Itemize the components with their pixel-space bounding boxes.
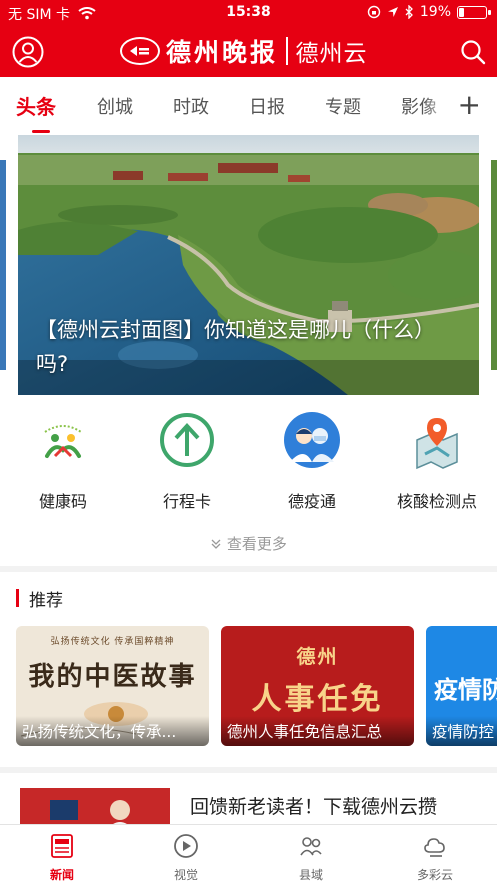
- top-bar: 无 SIM 卡 15:38 19% 德州晚报 德州云: [0, 0, 497, 77]
- app-name: 德州云: [295, 41, 368, 67]
- map-pin-icon: [407, 410, 467, 470]
- brand-logo: 德州晚报 德州云: [120, 32, 380, 70]
- user-icon[interactable]: [12, 36, 44, 68]
- service-itinerary-card[interactable]: 行程卡: [132, 410, 242, 512]
- service-label: 健康码: [38, 492, 87, 511]
- active-tab-indicator: [32, 130, 50, 133]
- logo-emblem-icon: [120, 37, 160, 65]
- quick-services: 健康码 行程卡 德疫通 核酸检测点: [0, 410, 497, 520]
- brand-divider: [286, 37, 288, 65]
- recommend-carousel: 弘扬传统文化 传承国粹精神 我的中医故事 弘扬传统文化，传承... 德州 人事任…: [0, 626, 497, 748]
- service-deyitong[interactable]: 德疫通: [257, 410, 367, 512]
- location-icon: [387, 7, 398, 17]
- show-more-button[interactable]: 查看更多: [0, 533, 497, 554]
- battery-percent: 19%: [419, 4, 451, 20]
- lock-rotation-icon: [367, 5, 381, 19]
- recommend-card[interactable]: 弘扬传统文化 传承国粹精神 我的中医故事 弘扬传统文化，传承...: [16, 626, 209, 746]
- tab-topics[interactable]: 专题: [325, 93, 361, 119]
- nav-label: 县域: [298, 868, 323, 882]
- carousel-prev-peek[interactable]: [0, 160, 6, 370]
- nav-label: 新闻: [49, 868, 74, 882]
- status-bar: 无 SIM 卡 15:38 19%: [0, 0, 497, 26]
- service-health-code[interactable]: 健康码: [8, 410, 118, 512]
- section-divider: [0, 767, 497, 773]
- poster-top-text: 德州: [296, 646, 339, 668]
- search-icon[interactable]: [459, 38, 487, 66]
- banner-caption: 【德州云封面图】你知道这是哪儿（什么）吗?: [36, 318, 435, 376]
- channel-tabs: 头条 创城 时政 日报 专题 影像 +: [0, 85, 497, 133]
- app-screen: 无 SIM 卡 15:38 19% 德州晚报 德州云 头条 创城 时政 日报 专…: [0, 0, 497, 883]
- news-thumbnail: [20, 788, 170, 824]
- nav-visual[interactable]: 视觉: [146, 833, 226, 883]
- carousel-next-peek[interactable]: [491, 160, 497, 370]
- card-caption: 德州人事任免信息汇总: [221, 716, 414, 746]
- section-divider: [0, 566, 497, 572]
- tab-chuangcheng[interactable]: 创城: [97, 93, 133, 119]
- brand-name: 德州晚报: [166, 38, 279, 67]
- service-label: 核酸检测点: [396, 492, 477, 511]
- itinerary-arrow-icon: [157, 410, 217, 470]
- nav-label: 视觉: [173, 868, 198, 882]
- medical-staff-icon: [282, 410, 342, 470]
- play-icon: [174, 834, 198, 858]
- tab-headlines[interactable]: 头条: [16, 91, 56, 120]
- service-label: 行程卡: [162, 492, 211, 511]
- recommend-card[interactable]: 疫情防 疫情防控: [426, 626, 497, 746]
- bottom-nav: 新闻 视觉 县域 多彩云: [0, 824, 497, 883]
- nav-colorful-cloud[interactable]: 多彩云: [395, 833, 475, 883]
- cloud-icon: [424, 838, 445, 857]
- recommend-title: 推荐: [29, 590, 63, 611]
- health-code-icon: [33, 410, 93, 470]
- tab-politics[interactable]: 时政: [173, 93, 209, 119]
- news-title: 回馈新老读者！下载德州云攒: [190, 796, 438, 818]
- newspaper-icon: [51, 834, 73, 858]
- poster-title: 人事任免: [251, 682, 384, 717]
- battery-icon: [457, 5, 491, 19]
- plus-icon[interactable]: +: [458, 91, 481, 119]
- nav-news[interactable]: 新闻: [22, 833, 102, 883]
- app-header: 德州晚报 德州云: [0, 26, 497, 77]
- cover-banner[interactable]: 【德州云封面图】你知道这是哪儿（什么）吗?: [18, 135, 479, 395]
- service-nucleic-test-sites[interactable]: 核酸检测点: [382, 410, 492, 512]
- people-icon: [300, 837, 322, 856]
- chevron-down-icon: [211, 539, 221, 549]
- bluetooth-icon: [405, 5, 413, 19]
- nav-county[interactable]: 县域: [271, 833, 351, 883]
- status-right: 19%: [367, 4, 491, 20]
- show-more-label: 查看更多: [226, 535, 287, 553]
- poster-title: 疫情防: [434, 676, 497, 704]
- tab-daily[interactable]: 日报: [249, 93, 285, 119]
- battery-level: [459, 7, 464, 17]
- nav-label: 多彩云: [416, 868, 453, 882]
- section-marker: [16, 589, 19, 607]
- recommend-card[interactable]: 德州 人事任免 德州人事任免信息汇总: [221, 626, 414, 746]
- news-list-item[interactable]: 回馈新老读者！下载德州云攒: [0, 782, 497, 824]
- card-caption: 疫情防控: [426, 716, 497, 746]
- card-caption: 弘扬传统文化，传承...: [16, 716, 209, 746]
- recommend-header: 推荐: [16, 588, 63, 611]
- service-label: 德疫通: [287, 492, 336, 511]
